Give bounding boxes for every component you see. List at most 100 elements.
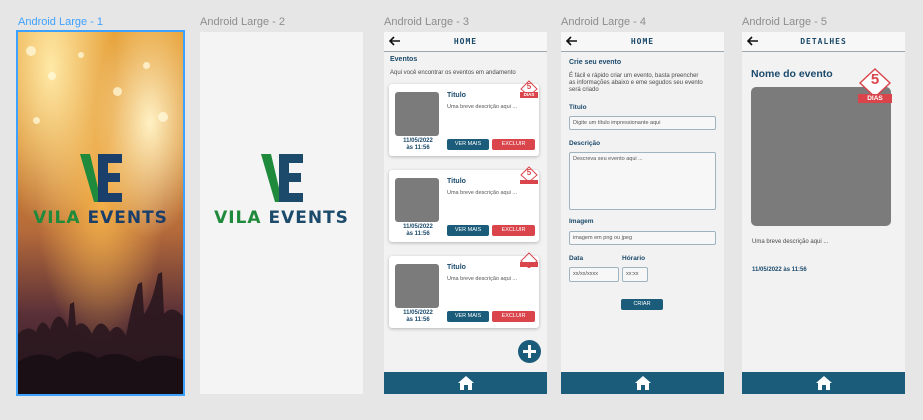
- brand-name: VILA EVENTS: [200, 208, 363, 228]
- bottom-nav: [384, 372, 547, 394]
- section-title: Crie seu evento: [569, 59, 622, 66]
- view-more-button[interactable]: VER MAIS: [447, 311, 489, 322]
- bottom-nav: [561, 372, 724, 394]
- brand-name-part2: EVENTS: [87, 208, 168, 228]
- view-more-button[interactable]: VER MAIS: [447, 139, 489, 150]
- event-date-value: 11/05/2022: [403, 138, 433, 144]
- title-label: Titulo: [569, 104, 587, 111]
- view-more-button[interactable]: VER MAIS: [447, 225, 489, 236]
- event-description: Uma breve descrição aqui ...: [752, 239, 829, 245]
- badge-label: DIAS: [858, 94, 892, 103]
- event-title: Titulo: [447, 264, 466, 271]
- event-image: [751, 87, 891, 226]
- splash-screen-photo[interactable]: VILA EVENTS: [16, 30, 185, 396]
- frame-label-3[interactable]: Android Large - 3: [384, 16, 469, 28]
- date-label: Data: [569, 255, 584, 262]
- bokeh-light: [143, 62, 150, 69]
- home-list-screen[interactable]: HOME Eventos Aqui você encontrar os even…: [384, 32, 547, 394]
- create-button[interactable]: CRIAR: [621, 299, 663, 310]
- home-icon[interactable]: [634, 375, 652, 391]
- brand-name: VILA EVENTS: [18, 208, 183, 228]
- home-icon[interactable]: [457, 375, 475, 391]
- home-icon[interactable]: [815, 375, 833, 391]
- app-header: HOME: [561, 32, 724, 52]
- add-event-button[interactable]: [518, 340, 541, 363]
- event-description: Uma breve descrição aqui ...: [447, 104, 518, 110]
- brand-logo: VILA EVENTS: [18, 152, 183, 228]
- badge-number: 5: [526, 168, 532, 177]
- bokeh-light: [48, 72, 56, 80]
- event-time-value: às 11:56: [406, 145, 430, 151]
- event-card[interactable]: 11/05/2022 às 11:56 Titulo Uma breve desc…: [389, 80, 539, 156]
- badge-number: 5: [526, 82, 532, 91]
- header-title: HOME: [630, 37, 655, 46]
- frame-label-5[interactable]: Android Large - 5: [742, 16, 827, 28]
- event-date: 11/05/2022 às 11:56: [391, 224, 445, 238]
- event-name: Nome do evento: [751, 68, 833, 80]
- delete-button[interactable]: EXCLUIR: [492, 139, 535, 150]
- event-datetime: 11/05/2022 às 11:56: [752, 267, 807, 273]
- bokeh-light: [113, 87, 122, 96]
- badge-number: 5: [870, 71, 880, 88]
- header-title: DETALHES: [800, 37, 847, 46]
- event-date-value: 11/05/2022: [403, 310, 433, 316]
- event-description: Uma breve descrição aqui ...: [447, 276, 518, 282]
- delete-button[interactable]: EXCLUIR: [492, 225, 535, 236]
- event-thumbnail: [395, 264, 439, 308]
- event-time-value: às 11:56: [406, 231, 430, 237]
- ve-logo-icon: [79, 154, 122, 202]
- app-header: HOME: [384, 32, 547, 52]
- event-description: Uma breve descrição aqui ...: [447, 190, 518, 196]
- splash-screen-plain[interactable]: VILA EVENTS: [200, 32, 363, 394]
- ve-logo-icon: [260, 154, 303, 202]
- days-left-badge: 5 DIAS: [520, 80, 538, 100]
- event-date: 11/05/2022 às 11:56: [391, 138, 445, 152]
- brand-name-part1: VILA: [214, 208, 262, 228]
- frame-label-4[interactable]: Android Large - 4: [561, 16, 646, 28]
- time-input[interactable]: xx:xx: [622, 267, 648, 282]
- section-subtitle-line2: as informações abaixo e eme segudos seu …: [569, 80, 703, 86]
- section-subtitle-line1: É fácil e rápido criar um evento, basta …: [569, 73, 699, 79]
- event-thumbnail: [395, 178, 439, 222]
- bokeh-light: [158, 112, 168, 122]
- brand-logo: VILA EVENTS: [200, 152, 363, 228]
- section-title: Eventos: [390, 56, 418, 63]
- bokeh-light: [78, 52, 84, 58]
- brand-name-part2: EVENTS: [268, 208, 349, 228]
- event-title: Titulo: [447, 92, 466, 99]
- bokeh-light: [33, 117, 40, 124]
- event-date: 11/05/2022 às 11:56: [391, 310, 445, 324]
- badge-label: [520, 262, 538, 267]
- event-title: Titulo: [447, 178, 466, 185]
- event-details-screen[interactable]: DETALHES Nome do evento 5 DIAS Uma breve…: [742, 32, 905, 394]
- crowd-silhouette: [18, 272, 183, 394]
- header-title: HOME: [453, 37, 478, 46]
- event-time-value: às 11:56: [406, 317, 430, 323]
- event-card[interactable]: 11/05/2022 às 11:56 Titulo Uma breve desc…: [389, 166, 539, 242]
- badge-label: [520, 180, 538, 184]
- days-left-badge: 5: [520, 166, 538, 186]
- time-label: Hórario: [622, 255, 646, 262]
- description-label: Descrição: [569, 140, 601, 147]
- event-date-value: 11/05/2022: [403, 224, 433, 230]
- badge-label: DIAS: [520, 92, 538, 98]
- description-textarea[interactable]: Descreva seu evento aqui ...: [569, 152, 716, 210]
- date-input[interactable]: xx/xx/xxxx: [569, 267, 619, 282]
- bokeh-light: [26, 46, 36, 56]
- event-card[interactable]: 11/05/2022 às 11:56 Titulo Uma breve desc…: [389, 252, 539, 328]
- create-event-screen[interactable]: HOME Crie seu evento É fácil e rápido cr…: [561, 32, 724, 394]
- section-subtitle: Aqui você encontrar os eventos em andame…: [390, 70, 516, 76]
- days-left-badge: [520, 252, 538, 272]
- brand-name-part1: VILA: [33, 208, 81, 228]
- title-input[interactable]: Digite um título impressionante aqui: [569, 116, 716, 130]
- delete-button[interactable]: EXCLUIR: [492, 311, 535, 322]
- days-left-badge: 5 DIAS: [858, 68, 892, 104]
- image-input[interactable]: imagem em png ou jpeg: [569, 231, 716, 245]
- section-subtitle-line3: será criado: [569, 87, 599, 93]
- image-label: Imagem: [569, 218, 594, 225]
- frame-label-2[interactable]: Android Large - 2: [200, 16, 285, 28]
- frame-label-1[interactable]: Android Large - 1: [18, 16, 103, 28]
- app-header: DETALHES: [742, 32, 905, 52]
- event-thumbnail: [395, 92, 439, 136]
- bottom-nav: [742, 372, 905, 394]
